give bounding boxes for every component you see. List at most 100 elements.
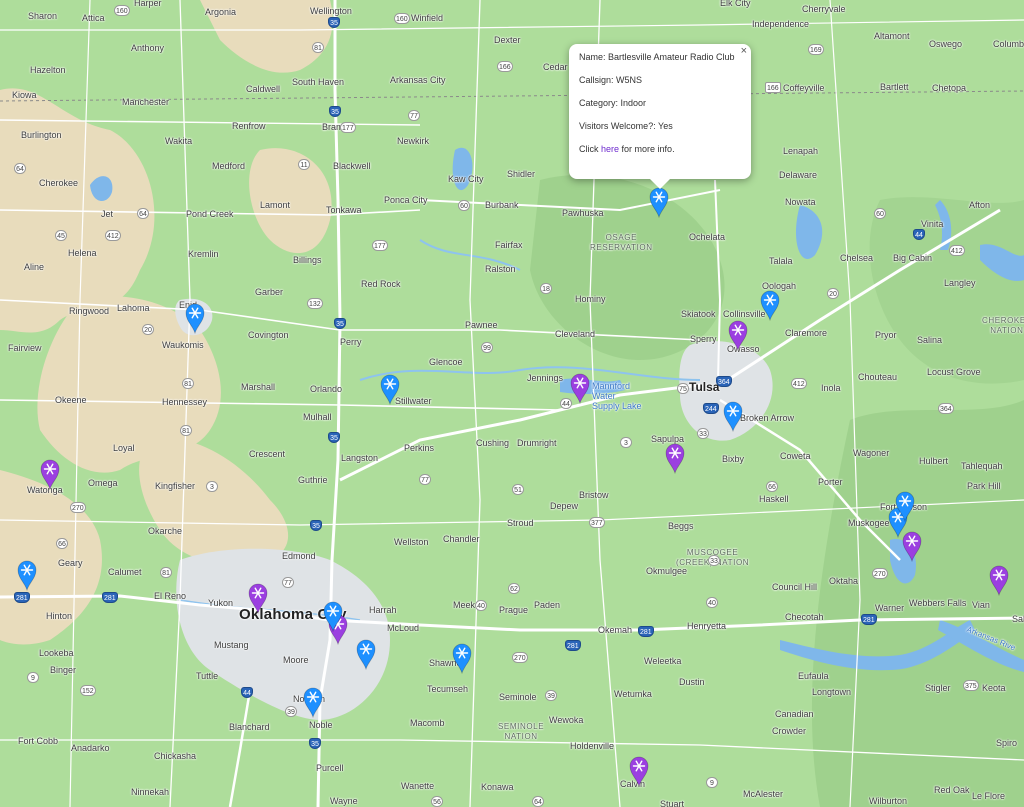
route-shield: 45: [55, 230, 67, 241]
map-marker-blue[interactable]: [322, 600, 344, 632]
route-shield: 244: [703, 403, 719, 414]
place-label: Ponca City: [384, 195, 428, 205]
route-shield: 20: [142, 324, 154, 335]
route-shield: 177: [340, 122, 356, 133]
route-shield: 40: [475, 600, 487, 611]
place-label: Pawnee: [465, 320, 498, 330]
place-label: Kremlin: [188, 249, 219, 259]
place-label: Perry: [340, 337, 362, 347]
route-shield: 270: [70, 502, 86, 513]
place-label: Le Flore: [972, 791, 1006, 801]
map-marker-purple[interactable]: [569, 372, 591, 404]
map-marker-purple[interactable]: [901, 530, 923, 562]
place-label: Depew: [550, 501, 579, 511]
place-label: Chetopa: [932, 83, 967, 93]
map-marker-blue[interactable]: [759, 289, 781, 321]
route-shield: 40: [706, 597, 718, 608]
place-label: Canadian: [775, 709, 814, 719]
route-shield: 81: [180, 425, 192, 436]
map-marker-purple[interactable]: [727, 319, 749, 351]
route-shield: 377: [589, 517, 605, 528]
route-shield: 281: [638, 626, 654, 637]
popup-more-info-link[interactable]: here: [601, 144, 619, 154]
place-label: Sharon: [28, 11, 58, 21]
place-label: Altamont: [874, 31, 910, 41]
place-label: McAlester: [743, 789, 784, 799]
place-label: Anadarko: [71, 743, 110, 753]
map-marker-purple[interactable]: [664, 442, 686, 474]
place-label: Orlando: [310, 384, 343, 394]
route-shield: 64: [137, 208, 149, 219]
place-label: Wagoner: [853, 448, 890, 458]
place-label: Henryetta: [687, 621, 727, 631]
route-shield: 3: [206, 481, 218, 492]
place-label: Bristow: [579, 490, 609, 500]
info-popup[interactable]: × Name: Bartlesville Amateur Radio Club …: [569, 44, 751, 189]
route-shield: 77: [408, 110, 420, 121]
place-label: Park Hill: [967, 481, 1001, 491]
cherokee-nation-label: CHEROKEE NATION: [982, 316, 1024, 335]
place-label: Billings: [293, 255, 322, 265]
seminole-nation-label: SEMINOLE NATION: [498, 722, 545, 741]
route-shield: 60: [874, 208, 886, 219]
map-marker-blue[interactable]: [379, 373, 401, 405]
map-marker-blue[interactable]: [184, 302, 206, 334]
place-label: Ralston: [485, 264, 516, 274]
map-marker-blue[interactable]: [16, 559, 38, 591]
place-label: Fairfax: [495, 240, 523, 250]
place-label: Paden: [534, 600, 561, 610]
place-label: Medford: [212, 161, 246, 171]
place-label: Blanchard: [229, 722, 270, 732]
route-shield: 281: [14, 592, 30, 603]
place-label: Warner: [875, 603, 905, 613]
place-label: Stuart: [660, 799, 685, 807]
map-marker-blue[interactable]: [451, 642, 473, 674]
place-label: Inola: [821, 383, 841, 393]
route-shield: 64: [532, 796, 544, 807]
place-label: Tahlequah: [961, 461, 1003, 471]
place-label: Edmond: [282, 551, 316, 561]
place-label: Kiowa: [12, 90, 37, 100]
place-label: Checotah: [785, 612, 824, 622]
route-shield: 152: [80, 685, 96, 696]
place-label: Langston: [341, 453, 379, 463]
place-label: Jet: [101, 209, 114, 219]
place-label: Attica: [82, 13, 105, 23]
place-label: Wellington: [310, 6, 352, 16]
map-marker-purple[interactable]: [988, 564, 1010, 596]
map-marker-blue[interactable]: [355, 638, 377, 670]
map-marker-purple[interactable]: [628, 755, 650, 787]
place-label: Lahoma: [117, 303, 150, 313]
mannford-lake-label: Mannford Water Supply Lake: [592, 381, 642, 411]
close-icon[interactable]: ×: [741, 45, 747, 57]
map-marker-blue[interactable]: [894, 490, 916, 522]
map-canvas[interactable]: Harper Argonia Wellington Winfield Elk C…: [0, 0, 1024, 807]
route-shield: 375: [963, 680, 979, 691]
popup-visitors: Visitors Welcome?: Yes: [579, 121, 673, 131]
place-label: Vian: [972, 600, 990, 610]
place-label: Omega: [88, 478, 118, 488]
place-label: Tonkawa: [326, 205, 362, 215]
map-marker-blue[interactable]: [302, 686, 324, 718]
place-label: Big Cabin: [893, 253, 933, 263]
place-label: McLoud: [387, 623, 420, 633]
route-shield: 166: [497, 61, 513, 72]
place-label: Shidler: [507, 169, 536, 179]
place-label: Wewoka: [549, 715, 584, 725]
route-shield: 11: [298, 159, 310, 170]
place-label: Broken Arrow: [740, 413, 795, 423]
route-shield: 166: [765, 82, 781, 93]
place-label: Perkins: [404, 443, 435, 453]
place-label: Waukomis: [162, 340, 204, 350]
place-label: Konawa: [481, 782, 514, 792]
place-label: Yukon: [208, 598, 234, 608]
place-label: Newkirk: [397, 136, 430, 146]
route-shield: 62: [508, 583, 520, 594]
map-marker-purple[interactable]: [247, 582, 269, 614]
place-label: Argonia: [205, 7, 237, 17]
map-marker-purple[interactable]: [39, 458, 61, 490]
map-marker-blue[interactable]: [722, 400, 744, 432]
place-label: Okemah: [598, 625, 633, 635]
map-marker-blue[interactable]: [648, 186, 670, 218]
route-shield: 51: [512, 484, 524, 495]
